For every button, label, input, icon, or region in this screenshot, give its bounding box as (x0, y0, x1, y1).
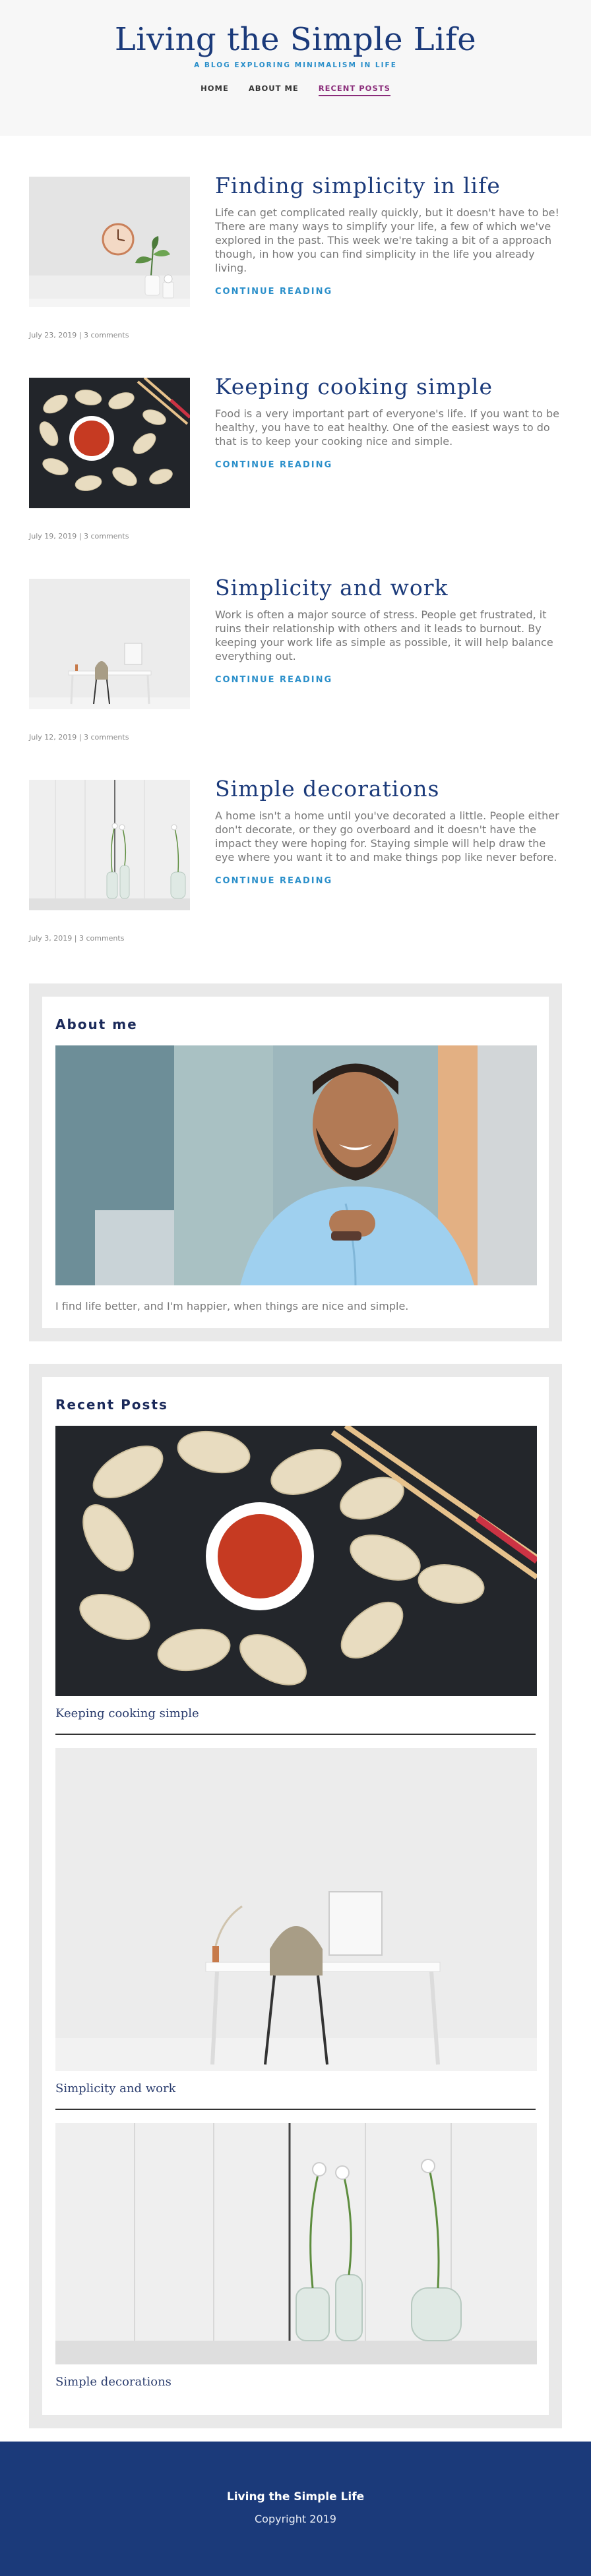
post-thumbnail-vases[interactable] (29, 780, 190, 910)
post-meta: July 12, 2019 | 3 comments (29, 733, 129, 742)
post-meta: July 19, 2019 | 3 comments (29, 532, 129, 541)
recent-post-divider (55, 1734, 536, 1735)
site-footer: Living the Simple Life Copyright 2019 (0, 2442, 591, 2576)
post-excerpt: Life can get complicated really quickly,… (215, 206, 559, 274)
post-meta: July 3, 2019 | 3 comments (29, 934, 125, 943)
post-item: July 12, 2019 | 3 comments Simplicity an… (29, 575, 562, 776)
site-title[interactable]: Living the Simple Life (0, 22, 591, 57)
nav-about-me[interactable]: ABOUT ME (249, 84, 299, 96)
post-thumbnail-clock-plant[interactable] (29, 177, 190, 307)
post-list: July 23, 2019 | 3 comments Finding simpl… (0, 136, 591, 977)
post-title[interactable]: Keeping cooking simple (215, 374, 565, 400)
footer-title: Living the Simple Life (226, 2490, 365, 2503)
about-photo (55, 1045, 537, 1285)
post-item: July 23, 2019 | 3 comments Finding simpl… (29, 173, 562, 374)
footer-copyright: Copyright 2019 (255, 2513, 336, 2525)
continue-reading-link[interactable]: CONTINUE READING (215, 287, 332, 297)
recent-post-image-dumplings[interactable] (55, 1426, 537, 1696)
nav-recent-posts[interactable]: RECENT POSTS (318, 84, 390, 96)
about-text: I find life better, and I'm happier, whe… (55, 1300, 409, 1312)
post-item: July 3, 2019 | 3 comments Simple decorat… (29, 776, 562, 977)
recent-post-item: Simplicity and work (55, 1748, 537, 2110)
post-meta: July 23, 2019 | 3 comments (29, 331, 129, 339)
nav-home[interactable]: HOME (201, 84, 229, 96)
continue-reading-link[interactable]: CONTINUE READING (215, 876, 332, 886)
main-nav: HOME ABOUT ME RECENT POSTS (0, 84, 591, 96)
recent-post-item: Keeping cooking simple (55, 1426, 537, 1735)
continue-reading-link[interactable]: CONTINUE READING (215, 675, 332, 685)
continue-reading-link[interactable]: CONTINUE READING (215, 460, 332, 470)
post-thumbnail-dumplings[interactable] (29, 378, 190, 508)
post-excerpt: A home isn't a home until you've decorat… (215, 809, 559, 864)
post-body: Simplicity and work Work is often a majo… (215, 575, 565, 685)
post-body: Keeping cooking simple Food is a very im… (215, 374, 565, 470)
post-excerpt: Work is often a major source of stress. … (215, 608, 553, 662)
about-widget-inner: About me I find life better, and I'm hap… (42, 997, 549, 1328)
recent-post-link[interactable]: Keeping cooking simple (55, 1696, 536, 1731)
recent-post-image-desk[interactable] (55, 1748, 537, 2071)
recent-post-link[interactable]: Simple decorations (55, 2364, 536, 2399)
site-tagline: A BLOG EXPLORING MINIMALISM IN LIFE (194, 61, 397, 69)
recent-post-item: Simple decorations (55, 2123, 537, 2399)
recent-posts-widget: Recent Posts Keeping cooking simple Simp… (29, 1364, 562, 2428)
recent-posts-widget-inner: Recent Posts Keeping cooking simple Simp… (42, 1377, 549, 2415)
post-title[interactable]: Simple decorations (215, 776, 565, 802)
post-thumbnail-desk-chair[interactable] (29, 579, 190, 709)
post-body: Finding simplicity in life Life can get … (215, 173, 565, 297)
post-item: July 19, 2019 | 3 comments Keeping cooki… (29, 374, 562, 575)
post-title[interactable]: Simplicity and work (215, 575, 565, 601)
recent-post-link[interactable]: Simplicity and work (55, 2071, 536, 2106)
recent-post-image-vases[interactable] (55, 2123, 537, 2364)
post-excerpt: Food is a very important part of everyon… (215, 407, 559, 448)
site-header: Living the Simple Life A BLOG EXPLORING … (0, 0, 591, 136)
post-body: Simple decorations A home isn't a home u… (215, 776, 565, 886)
recent-post-divider (55, 2109, 536, 2110)
about-widget: About me I find life better, and I'm hap… (29, 983, 562, 1341)
about-title: About me (55, 1016, 138, 1032)
post-title[interactable]: Finding simplicity in life (215, 173, 565, 199)
recent-posts-title: Recent Posts (55, 1397, 168, 1413)
